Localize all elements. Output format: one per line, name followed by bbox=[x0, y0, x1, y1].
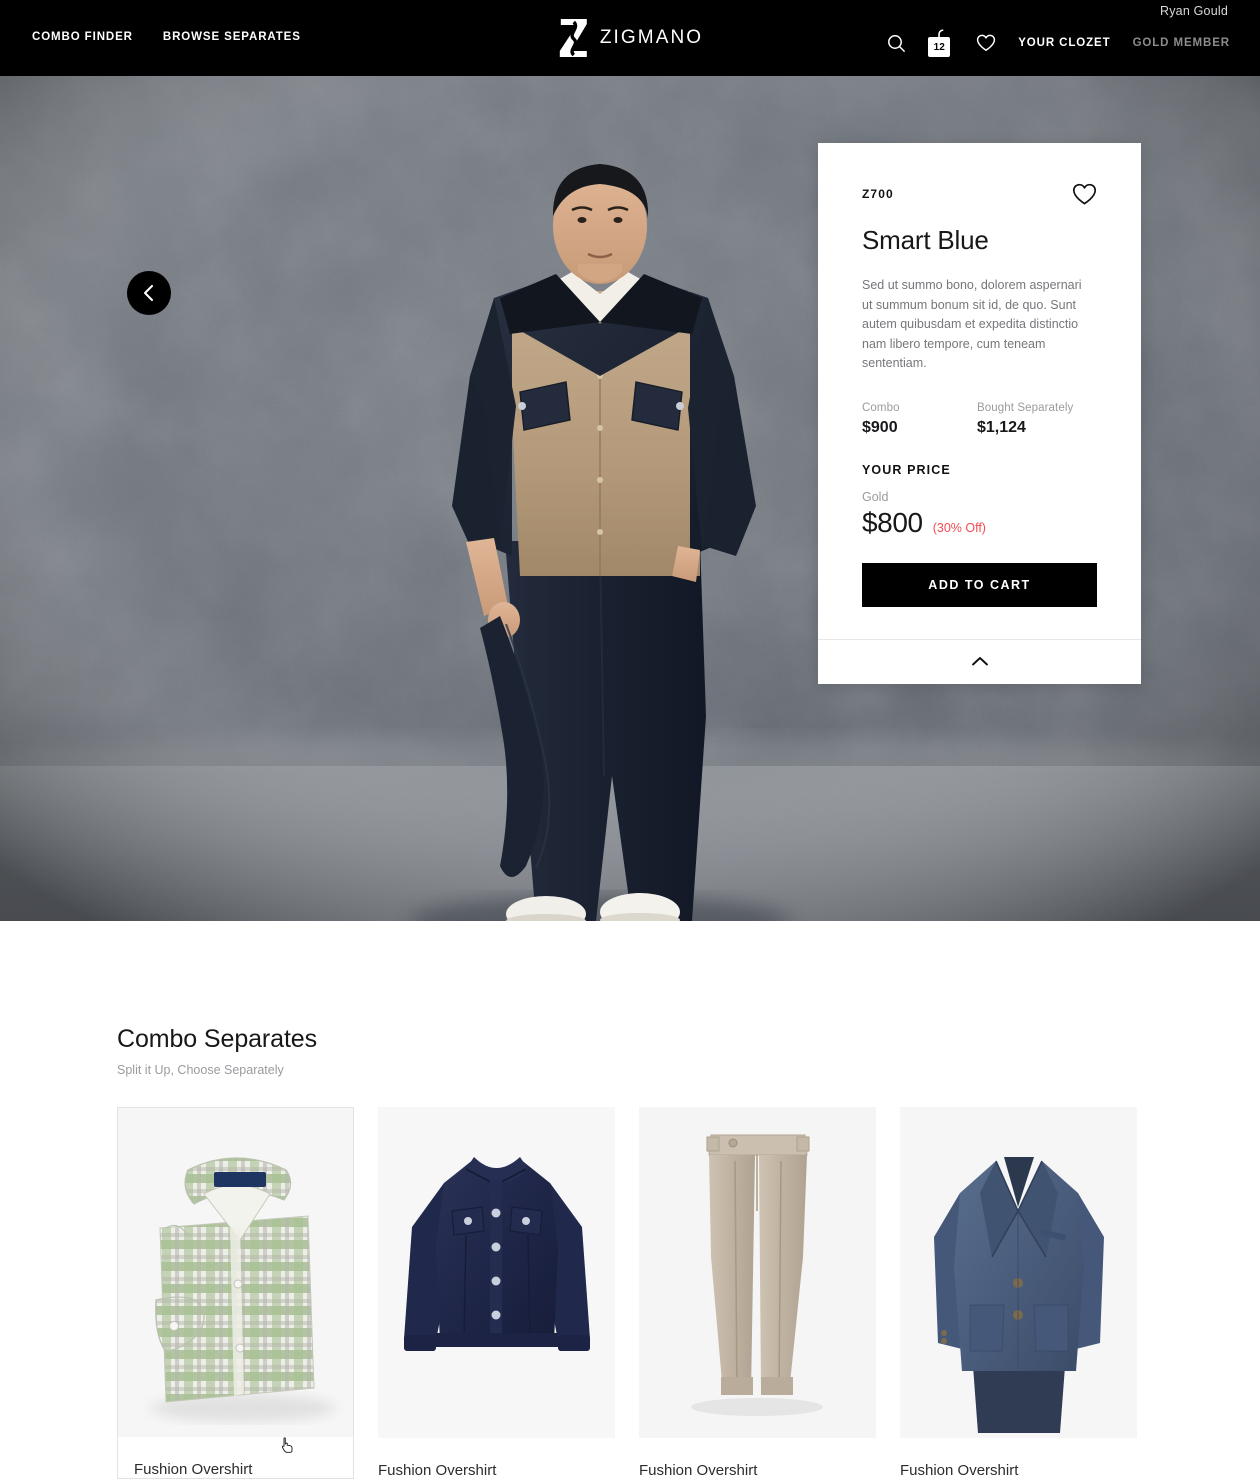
brand-logo[interactable]: ZIGMANO bbox=[557, 18, 703, 58]
combo-price-value: $900 bbox=[862, 418, 898, 436]
product-description: Sed ut summo bono, dolorem aspernari ut … bbox=[862, 278, 1082, 370]
utility-nav: 12 YOUR CLOZET GOLD MEMBER bbox=[887, 28, 1230, 58]
member-tier-label: Gold bbox=[862, 489, 889, 504]
separate-price-block: Bought Separately $1,124 bbox=[977, 402, 1092, 437]
navy-trucker-jacket bbox=[378, 1107, 615, 1438]
z-monogram-icon bbox=[559, 19, 587, 57]
separate-price-value: $1,124 bbox=[977, 418, 1026, 436]
separates-grid: Fushion Overshirt Fushion Overshirt Fush… bbox=[117, 1107, 1137, 1479]
bag-count-badge: 12 bbox=[928, 37, 951, 57]
separate-card[interactable]: Fushion Overshirt bbox=[378, 1107, 615, 1479]
section-subtitle: Split it Up, Choose Separately bbox=[117, 1063, 284, 1077]
shopping-bag-button[interactable]: 12 bbox=[928, 28, 954, 58]
product-sku: Z700 bbox=[862, 187, 894, 201]
separate-card-label: Fushion Overshirt bbox=[900, 1462, 1019, 1479]
nav-combo-finder[interactable]: COMBO FINDER bbox=[32, 31, 133, 43]
product-card-body: Z700 Smart Blue Sed ut summo bono, dolor… bbox=[818, 143, 1141, 639]
primary-nav: COMBO FINDER BROWSE SEPARATES bbox=[32, 31, 301, 43]
search-icon[interactable] bbox=[887, 34, 906, 53]
product-thumbnail[interactable] bbox=[900, 1107, 1137, 1438]
brand-name: ZIGMANO bbox=[599, 27, 704, 48]
nav-browse-separates[interactable]: BROWSE SEPARATES bbox=[163, 31, 301, 43]
add-to-cart-button[interactable]: ADD TO CART bbox=[862, 562, 1097, 607]
combo-separates-section: Combo Separates Split it Up, Choose Sepa… bbox=[0, 921, 1260, 1479]
separate-price-label: Bought Separately bbox=[977, 401, 1074, 414]
product-wishlist-button[interactable] bbox=[1072, 183, 1097, 211]
separate-card[interactable]: Fushion Overshirt bbox=[900, 1107, 1137, 1479]
user-name-label[interactable]: Ryan Gould bbox=[1160, 4, 1228, 18]
chevron-up-icon bbox=[971, 657, 988, 666]
gold-member-link[interactable]: GOLD MEMBER bbox=[1133, 37, 1230, 49]
beige-tailored-trousers bbox=[639, 1107, 876, 1438]
product-card-collapse-button[interactable] bbox=[818, 638, 1141, 684]
blue-suit-jacket bbox=[900, 1107, 1137, 1438]
discount-badge: (30% Off) bbox=[932, 520, 986, 535]
heart-icon[interactable] bbox=[976, 34, 996, 52]
separate-card-label: Fushion Overshirt bbox=[134, 1461, 253, 1478]
section-title: Combo Separates bbox=[117, 1025, 318, 1053]
separate-card[interactable]: Fushion Overshirt bbox=[639, 1107, 876, 1479]
final-price-value: $800 bbox=[862, 506, 923, 538]
product-thumbnail[interactable] bbox=[378, 1107, 615, 1438]
separate-card-label: Fushion Overshirt bbox=[378, 1462, 497, 1479]
combo-price-label: Combo bbox=[862, 401, 900, 414]
product-card-header: Z700 bbox=[862, 183, 1097, 211]
combo-price-block: Combo $900 bbox=[862, 402, 977, 437]
product-thumbnail[interactable] bbox=[639, 1107, 876, 1438]
final-price-row: $800 (30% Off) bbox=[862, 507, 1097, 539]
section-header: Combo Separates Split it Up, Choose Sepa… bbox=[117, 1025, 317, 1077]
green-plaid-folded-shirt bbox=[118, 1108, 353, 1437]
heart-outline-icon bbox=[1072, 183, 1097, 205]
site-header: COMBO FINDER BROWSE SEPARATES ZIGMANO 12 bbox=[0, 0, 1260, 76]
product-thumbnail[interactable] bbox=[118, 1108, 353, 1437]
separate-card[interactable]: Fushion Overshirt bbox=[117, 1107, 354, 1479]
hero-prev-button[interactable] bbox=[127, 271, 171, 315]
your-clozet-link[interactable]: YOUR CLOZET bbox=[1018, 37, 1110, 49]
product-detail-card: Z700 Smart Blue Sed ut summo bono, dolor… bbox=[818, 143, 1141, 684]
chevron-left-icon bbox=[143, 284, 154, 302]
product-title: Smart Blue bbox=[862, 225, 989, 255]
separate-card-label: Fushion Overshirt bbox=[639, 1462, 758, 1479]
your-price-heading: YOUR PRICE bbox=[862, 462, 951, 477]
price-comparison: Combo $900 Bought Separately $1,124 bbox=[862, 402, 1097, 437]
